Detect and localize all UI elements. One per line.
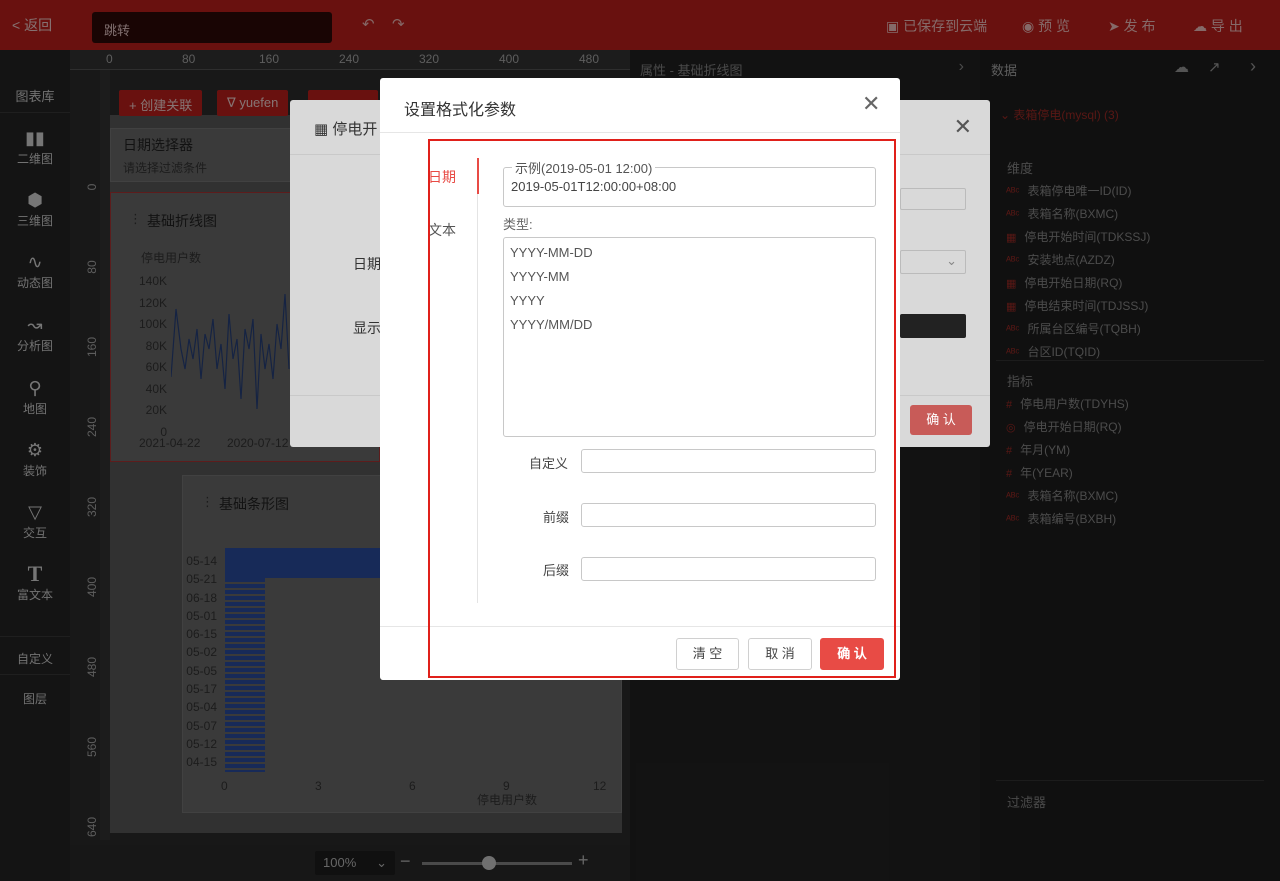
calendar-icon: ▦	[314, 121, 333, 138]
dialog-title: 设置格式化参数	[404, 102, 517, 119]
date-label: 日期	[353, 256, 381, 272]
text-field[interactable]	[900, 188, 966, 210]
close-icon[interactable]: ✕	[862, 92, 880, 116]
background-dialog-title: ▦ 停电开	[314, 118, 377, 139]
divider	[380, 132, 900, 133]
background-confirm-button[interactable]: 确 认	[910, 405, 972, 435]
background-dialog-title-text: 停电开	[332, 121, 378, 138]
chevron-down-icon: ⌄	[946, 253, 957, 268]
show-label: 显示	[353, 320, 381, 336]
select-field[interactable]: ⌄	[900, 250, 966, 274]
close-icon[interactable]: ✕	[954, 114, 972, 140]
highlight-box	[428, 139, 896, 678]
color-field[interactable]	[900, 314, 966, 338]
